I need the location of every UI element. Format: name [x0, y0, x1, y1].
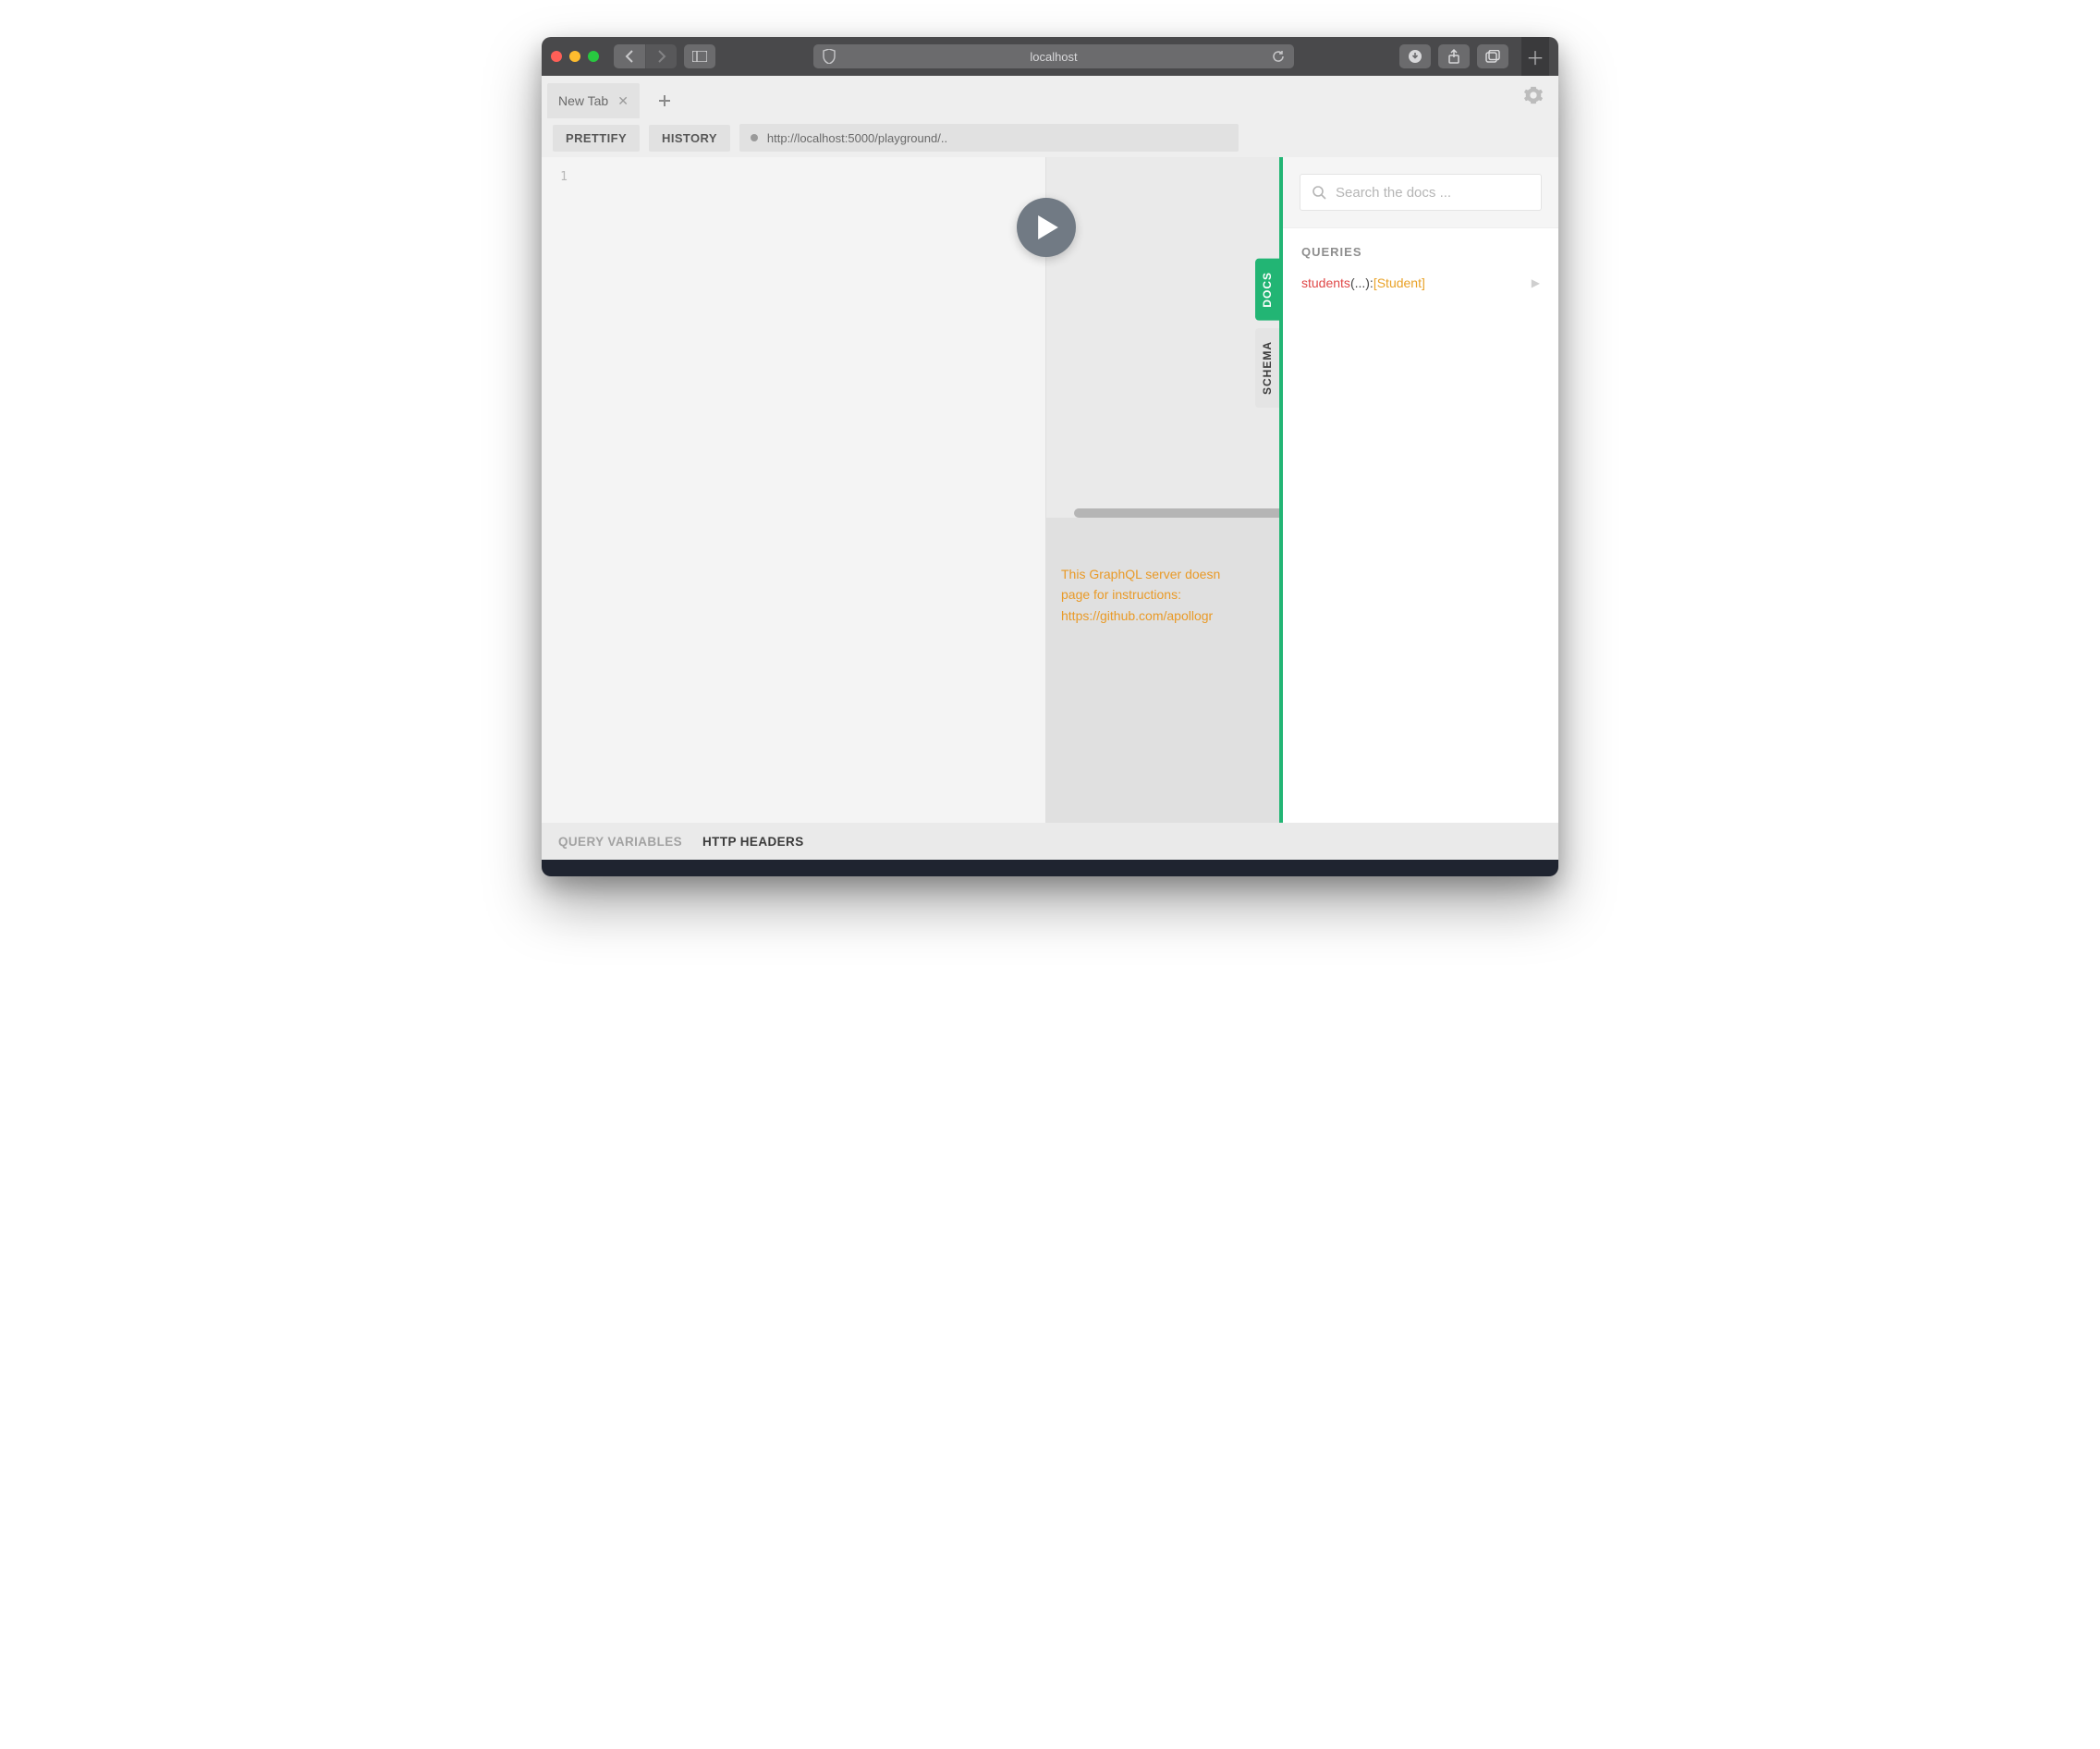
http-headers-tab[interactable]: HTTP HEADERS	[702, 835, 804, 849]
query-args: (...):	[1350, 275, 1374, 290]
endpoint-url: http://localhost:5000/playground/..	[767, 131, 947, 145]
share-button[interactable]	[1438, 44, 1470, 68]
prettify-button[interactable]: PRETTIFY	[553, 125, 640, 152]
run-query-button[interactable]	[1017, 198, 1076, 257]
query-editor-pane: 1	[542, 157, 1045, 823]
endpoint-status-icon	[751, 134, 758, 141]
settings-button[interactable]	[1523, 85, 1544, 105]
search-icon	[1312, 185, 1326, 200]
address-bar[interactable]: localhost	[813, 44, 1294, 68]
side-rail: DOCS SCHEMA	[1255, 259, 1279, 408]
forward-button[interactable]	[645, 44, 677, 68]
add-playground-tab-button[interactable]	[649, 83, 680, 118]
query-entry-students[interactable]: students (...): [Student] ▶	[1301, 275, 1540, 290]
browser-window: localhost ＋ New Tab ✕	[542, 37, 1558, 876]
query-editor[interactable]: 1	[542, 157, 1045, 823]
docs-section-heading: QUERIES	[1301, 245, 1540, 259]
schema-tab[interactable]: SCHEMA	[1255, 328, 1279, 408]
playground-tab-active[interactable]: New Tab ✕	[547, 83, 640, 118]
maximize-window-button[interactable]	[588, 51, 599, 62]
close-tab-icon[interactable]: ✕	[617, 93, 629, 109]
docs-search-area	[1283, 157, 1558, 228]
status-bar	[542, 860, 1558, 876]
browser-titlebar: localhost ＋	[542, 37, 1558, 76]
docs-search-box[interactable]	[1300, 174, 1542, 211]
playground-toolbar: PRETTIFY HISTORY http://localhost:5000/p…	[542, 118, 1558, 157]
address-host: localhost	[1030, 50, 1077, 64]
line-gutter: 1	[542, 170, 579, 823]
chevron-right-icon: ▶	[1532, 276, 1540, 289]
window-controls	[551, 51, 599, 62]
tabs-overview-button[interactable]	[1477, 44, 1508, 68]
docs-search-input[interactable]	[1336, 185, 1530, 201]
nav-buttons	[614, 44, 677, 68]
toolbar-right	[1399, 44, 1508, 68]
tab-label: New Tab	[558, 93, 608, 108]
new-browser-tab-button[interactable]: ＋	[1521, 37, 1549, 76]
close-window-button[interactable]	[551, 51, 562, 62]
downloads-button[interactable]	[1399, 44, 1431, 68]
sidebar-toggle-button[interactable]	[684, 44, 715, 68]
docs-panel: QUERIES students (...): [Student] ▶	[1279, 157, 1558, 823]
query-variables-tab[interactable]: QUERY VARIABLES	[558, 835, 682, 849]
docs-body: QUERIES students (...): [Student] ▶	[1283, 228, 1558, 823]
query-return-type: [Student]	[1374, 275, 1425, 290]
back-button[interactable]	[614, 44, 645, 68]
docs-tab[interactable]: DOCS	[1255, 259, 1279, 321]
privacy-shield-icon	[823, 49, 836, 64]
minimize-window-button[interactable]	[569, 51, 580, 62]
playground-tabs: New Tab ✕	[542, 76, 1558, 118]
playground-main: 1 Hit the get a This GraphQL server does…	[542, 157, 1558, 823]
endpoint-input[interactable]: http://localhost:5000/playground/..	[739, 124, 1239, 152]
line-number: 1	[542, 170, 568, 184]
history-button[interactable]: HISTORY	[649, 125, 730, 152]
query-name: students	[1301, 275, 1350, 290]
bottom-tabs: QUERY VARIABLES HTTP HEADERS	[542, 823, 1558, 860]
reload-icon[interactable]	[1272, 50, 1285, 63]
